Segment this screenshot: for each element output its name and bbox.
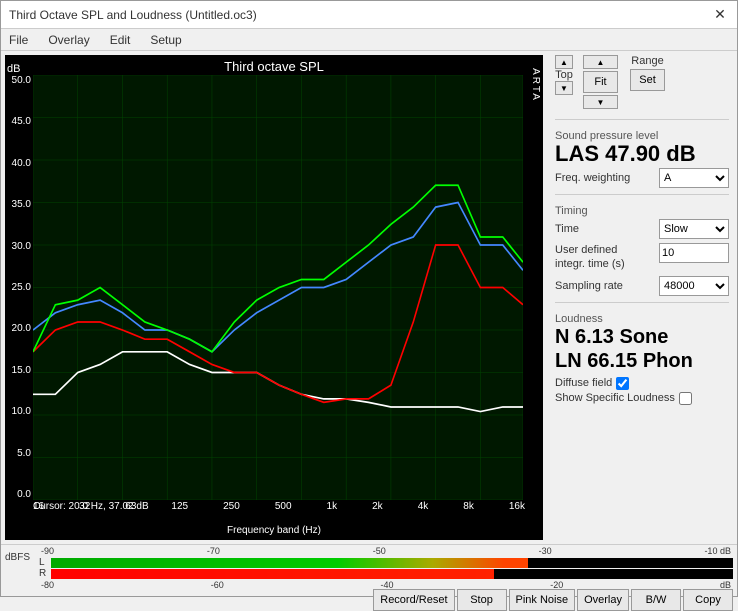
cursor-info: Cursor: 20.0 Hz, 37.02 dB (33, 501, 149, 512)
l-meter-fill (51, 558, 528, 568)
time-label: Time (555, 223, 579, 235)
record-reset-button[interactable]: Record/Reset (373, 589, 454, 611)
fit-down-button[interactable]: ▼ (583, 95, 618, 109)
n-value: N 6.13 Sone (555, 325, 729, 349)
meter-l-row: dBFS -90 -70 -50 -30 -10 dB L (1, 545, 737, 569)
sampling-select[interactable]: 44100 48000 96000 (659, 276, 729, 296)
ln-value: LN 66.15 Phon (555, 349, 729, 373)
y-tick: 50.0 (12, 75, 31, 86)
menu-edit[interactable]: Edit (106, 32, 135, 48)
menu-overlay[interactable]: Overlay (44, 32, 93, 48)
overlay-button[interactable]: Overlay (577, 589, 629, 611)
y-axis-label: dB (7, 63, 20, 75)
meter-ticks-top: -90 -70 -50 -30 -10 dB (39, 546, 733, 556)
menu-bar: File Overlay Edit Setup (1, 29, 737, 51)
y-tick: 0.0 (17, 489, 31, 500)
nav-area: ▲ Top ▼ ▲ Fit ▼ Range Set (555, 55, 729, 109)
chart-svg (33, 75, 523, 500)
integr-row: User definedintegr. time (s) (555, 243, 729, 272)
chart-arta-label: ARTA (530, 68, 541, 102)
range-nav: Range Set (630, 55, 665, 109)
sampling-label: Sampling rate (555, 280, 623, 292)
bw-button[interactable]: B/W (631, 589, 681, 611)
l-label: L (39, 557, 47, 568)
set-button[interactable]: Set (630, 69, 665, 91)
diffuse-checkbox[interactable] (616, 377, 629, 390)
meter-r-row: R -80 -60 -40 -20 dB (1, 569, 737, 589)
dbfs-label: dBFS (5, 552, 35, 563)
fit-button[interactable]: Fit (583, 71, 618, 93)
spl-section: Sound pressure level LAS 47.90 dB Freq. … (555, 126, 729, 188)
y-tick: 5.0 (17, 448, 31, 459)
pink-noise-button[interactable]: Pink Noise (509, 589, 576, 611)
y-tick: 10.0 (12, 406, 31, 417)
range-label: Range (631, 55, 663, 67)
y-tick: 30.0 (12, 241, 31, 252)
r-label: R (39, 568, 47, 579)
chart-area: dB Third octave SPL 50.0 45.0 40.0 35.0 … (5, 55, 543, 540)
timing-label: Timing (555, 205, 729, 217)
top-label: Top (555, 69, 573, 81)
right-panel: ▲ Top ▼ ▲ Fit ▼ Range Set (547, 51, 737, 544)
stop-button[interactable]: Stop (457, 589, 507, 611)
main-content: dB Third octave SPL 50.0 45.0 40.0 35.0 … (1, 51, 737, 544)
chart-canvas (33, 75, 523, 500)
specific-label: Show Specific Loudness (555, 392, 675, 404)
top-fit-group: ▲ Top ▼ (555, 55, 573, 109)
y-tick: 40.0 (12, 158, 31, 169)
x-axis-label: Frequency band (Hz) (227, 525, 321, 536)
freq-select[interactable]: A B C Z (659, 168, 729, 188)
chart-title: Third octave SPL (224, 59, 324, 74)
diffuse-row: Diffuse field (555, 377, 729, 390)
l-meter-bar (51, 558, 733, 568)
menu-file[interactable]: File (5, 32, 32, 48)
specific-row: Show Specific Loudness (555, 392, 729, 405)
fit-up-button[interactable]: ▲ (583, 55, 618, 69)
spl-value: LAS 47.90 dB (555, 142, 729, 166)
title-bar: Third Octave SPL and Loudness (Untitled.… (1, 1, 737, 29)
divider-2 (555, 194, 729, 195)
time-row: Time Slow Fast Impulse (555, 219, 729, 239)
freq-label: Freq. weighting (555, 172, 630, 184)
bottom-bar: dBFS -90 -70 -50 -30 -10 dB L (1, 544, 737, 596)
bottom-buttons: Record/Reset Stop Pink Noise Overlay B/W… (1, 589, 737, 611)
menu-setup[interactable]: Setup (146, 32, 185, 48)
y-tick: 25.0 (12, 282, 31, 293)
l-meter-row: L (39, 557, 733, 568)
y-tick: 20.0 (12, 323, 31, 334)
divider-3 (555, 302, 729, 303)
integr-label: User definedintegr. time (s) (555, 243, 625, 272)
timing-section: Timing Time Slow Fast Impulse User defin… (555, 201, 729, 296)
window-title: Third Octave SPL and Loudness (Untitled.… (9, 8, 257, 22)
diffuse-label: Diffuse field (555, 377, 612, 389)
integr-input[interactable] (659, 243, 729, 263)
y-tick: 35.0 (12, 199, 31, 210)
r-meter-bar (51, 569, 733, 579)
r-meter-row: R (39, 568, 733, 579)
y-tick: 15.0 (12, 365, 31, 376)
freq-row: Freq. weighting A B C Z (555, 168, 729, 188)
time-select[interactable]: Slow Fast Impulse (659, 219, 729, 239)
loudness-label: Loudness (555, 313, 729, 325)
y-tick: 45.0 (12, 116, 31, 127)
top-up-button[interactable]: ▲ (555, 55, 573, 69)
sampling-row: Sampling rate 44100 48000 96000 (555, 276, 729, 296)
top-down-button[interactable]: ▼ (555, 81, 573, 95)
main-window: Third Octave SPL and Loudness (Untitled.… (0, 0, 738, 597)
divider-1 (555, 119, 729, 120)
specific-checkbox[interactable] (679, 392, 692, 405)
loudness-section: Loudness N 6.13 Sone LN 66.15 Phon Diffu… (555, 309, 729, 405)
copy-button[interactable]: Copy (683, 589, 733, 611)
r-meter-fill (51, 569, 494, 579)
top-nav: ▲ Top ▼ (555, 55, 573, 95)
fit-nav: ▲ Fit ▼ (583, 55, 618, 109)
y-axis: 50.0 45.0 40.0 35.0 30.0 25.0 20.0 15.0 … (5, 75, 33, 500)
close-button[interactable]: ✕ (711, 6, 729, 24)
